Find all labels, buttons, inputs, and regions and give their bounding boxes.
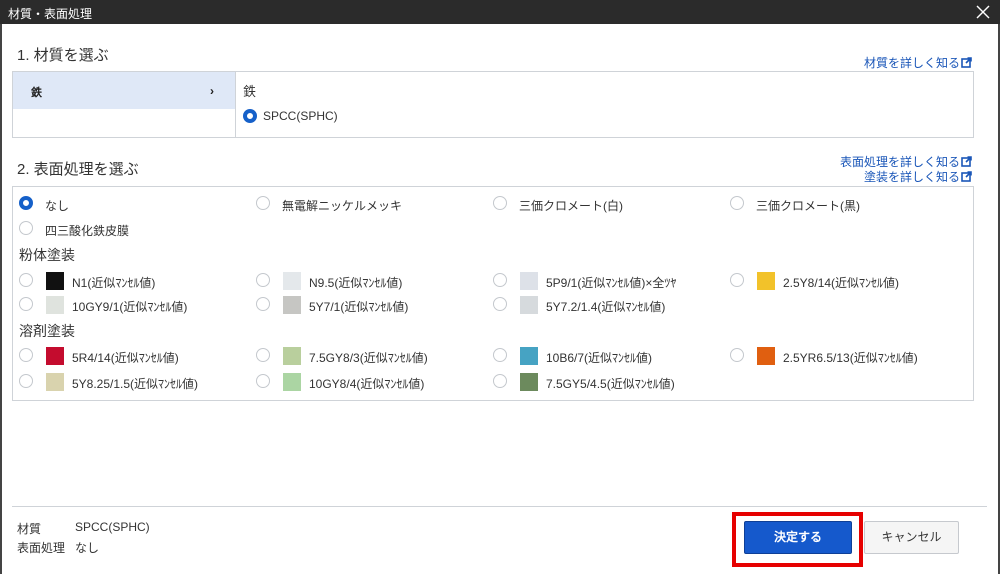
radio-icon[interactable]	[256, 196, 270, 210]
summary-material-value: SPCC(SPHC)	[75, 520, 150, 534]
summary-material-label: 材質	[17, 522, 42, 536]
color-swatch	[283, 296, 301, 314]
radio-icon[interactable]	[19, 374, 33, 388]
radio-selected-icon[interactable]	[19, 196, 33, 210]
material-detail-link-label: 材質を詳しく知る	[864, 56, 961, 70]
powder-option-label: 5Y7/1(近似ﾏﾝｾﾙ値)	[309, 300, 409, 314]
color-swatch	[46, 272, 64, 290]
radio-icon[interactable]	[256, 374, 270, 388]
color-swatch	[757, 347, 775, 365]
radio-icon[interactable]	[493, 374, 507, 388]
powder-option-label: 5Y7.2/1.4(近似ﾏﾝｾﾙ値)	[546, 300, 666, 314]
material-selector: 鉄 › 鉄 SPCC(SPHC)	[12, 71, 974, 138]
color-swatch	[520, 272, 538, 290]
radio-icon[interactable]	[19, 273, 33, 287]
material-category-iron[interactable]: 鉄 ›	[13, 72, 235, 109]
solvent-option-label: 2.5YR6.5/13(近似ﾏﾝｾﾙ値)	[783, 351, 918, 365]
radio-selected-icon[interactable]	[243, 109, 257, 123]
material-divider	[235, 72, 236, 137]
radio-icon[interactable]	[256, 273, 270, 287]
color-swatch	[283, 272, 301, 290]
radio-icon[interactable]	[730, 196, 744, 210]
radio-icon[interactable]	[493, 348, 507, 362]
powder-option-label: 5P9/1(近似ﾏﾝｾﾙ値)×全ﾂﾔ	[546, 276, 677, 290]
surface-section-title: 2. 表面処理を選ぶ	[17, 161, 139, 178]
paint-detail-link[interactable]: 塗装を詳しく知る	[864, 168, 972, 185]
radio-icon[interactable]	[493, 196, 507, 210]
material-section-title: 1. 材質を選ぶ	[17, 47, 109, 64]
material-detail-link[interactable]: 材質を詳しく知る	[864, 54, 972, 71]
surface-option-label: 三価クロメート(白)	[519, 199, 623, 213]
chevron-right-icon: ›	[210, 84, 214, 98]
surface-option-label: 四三酸化鉄皮膜	[45, 224, 130, 238]
radio-icon[interactable]	[256, 297, 270, 311]
color-swatch	[46, 296, 64, 314]
powder-option-label: 10GY9/1(近似ﾏﾝｾﾙ値)	[72, 300, 188, 314]
solvent-coating-label: 溶剤塗装	[19, 323, 75, 339]
color-swatch	[520, 296, 538, 314]
radio-icon[interactable]	[493, 273, 507, 287]
color-swatch	[283, 347, 301, 365]
radio-icon[interactable]	[493, 297, 507, 311]
external-link-icon	[961, 156, 972, 167]
solvent-option-label: 7.5GY8/3(近似ﾏﾝｾﾙ値)	[309, 351, 428, 365]
color-swatch	[757, 272, 775, 290]
external-link-icon	[961, 57, 972, 68]
close-icon[interactable]	[974, 2, 992, 22]
material-category-label: 鉄	[31, 87, 42, 99]
material-option-label: SPCC(SPHC)	[263, 109, 338, 123]
solvent-option-label: 10B6/7(近似ﾏﾝｾﾙ値)	[546, 351, 653, 365]
summary-surface-label: 表面処理	[17, 541, 66, 555]
color-swatch	[283, 373, 301, 391]
color-swatch	[46, 373, 64, 391]
radio-icon[interactable]	[19, 348, 33, 362]
surface-options-panel: なし 無電解ニッケルメッキ 三価クロメート(白) 三価クロメート(黒) 四三酸化…	[12, 186, 974, 401]
radio-icon[interactable]	[256, 348, 270, 362]
solvent-option-label: 5R4/14(近似ﾏﾝｾﾙ値)	[72, 351, 179, 365]
powder-coating-label: 粉体塗装	[19, 247, 75, 263]
color-swatch	[520, 347, 538, 365]
summary-surface-value: なし	[75, 541, 100, 555]
paint-detail-link-label: 塗装を詳しく知る	[864, 170, 961, 184]
radio-icon[interactable]	[730, 273, 744, 287]
solvent-option-label: 5Y8.25/1.5(近似ﾏﾝｾﾙ値)	[72, 377, 199, 391]
dialog-titlebar: 材質・表面処理	[0, 0, 1000, 24]
surface-option-label: 三価クロメート(黒)	[756, 199, 860, 213]
surface-option-label: なし	[45, 199, 70, 213]
cancel-button[interactable]: キャンセル	[864, 521, 959, 554]
radio-icon[interactable]	[730, 348, 744, 362]
color-swatch	[520, 373, 538, 391]
solvent-option-label: 7.5GY5/4.5(近似ﾏﾝｾﾙ値)	[546, 377, 675, 391]
confirm-button[interactable]: 決定する	[744, 521, 852, 554]
material-group-title: 鉄	[243, 84, 257, 99]
powder-option-label: 2.5Y8/14(近似ﾏﾝｾﾙ値)	[783, 276, 900, 290]
powder-option-label: N1(近似ﾏﾝｾﾙ値)	[72, 276, 156, 290]
external-link-icon	[961, 171, 972, 182]
surface-detail-link-label: 表面処理を詳しく知る	[840, 155, 961, 169]
color-swatch	[46, 347, 64, 365]
footer-divider	[12, 506, 987, 507]
dialog-border-left	[0, 24, 2, 574]
dialog-title: 材質・表面処理	[8, 7, 93, 21]
solvent-option-label: 10GY8/4(近似ﾏﾝｾﾙ値)	[309, 377, 425, 391]
radio-icon[interactable]	[19, 221, 33, 235]
powder-option-label: N9.5(近似ﾏﾝｾﾙ値)	[309, 276, 403, 290]
radio-icon[interactable]	[19, 297, 33, 311]
surface-option-label: 無電解ニッケルメッキ	[282, 199, 403, 213]
